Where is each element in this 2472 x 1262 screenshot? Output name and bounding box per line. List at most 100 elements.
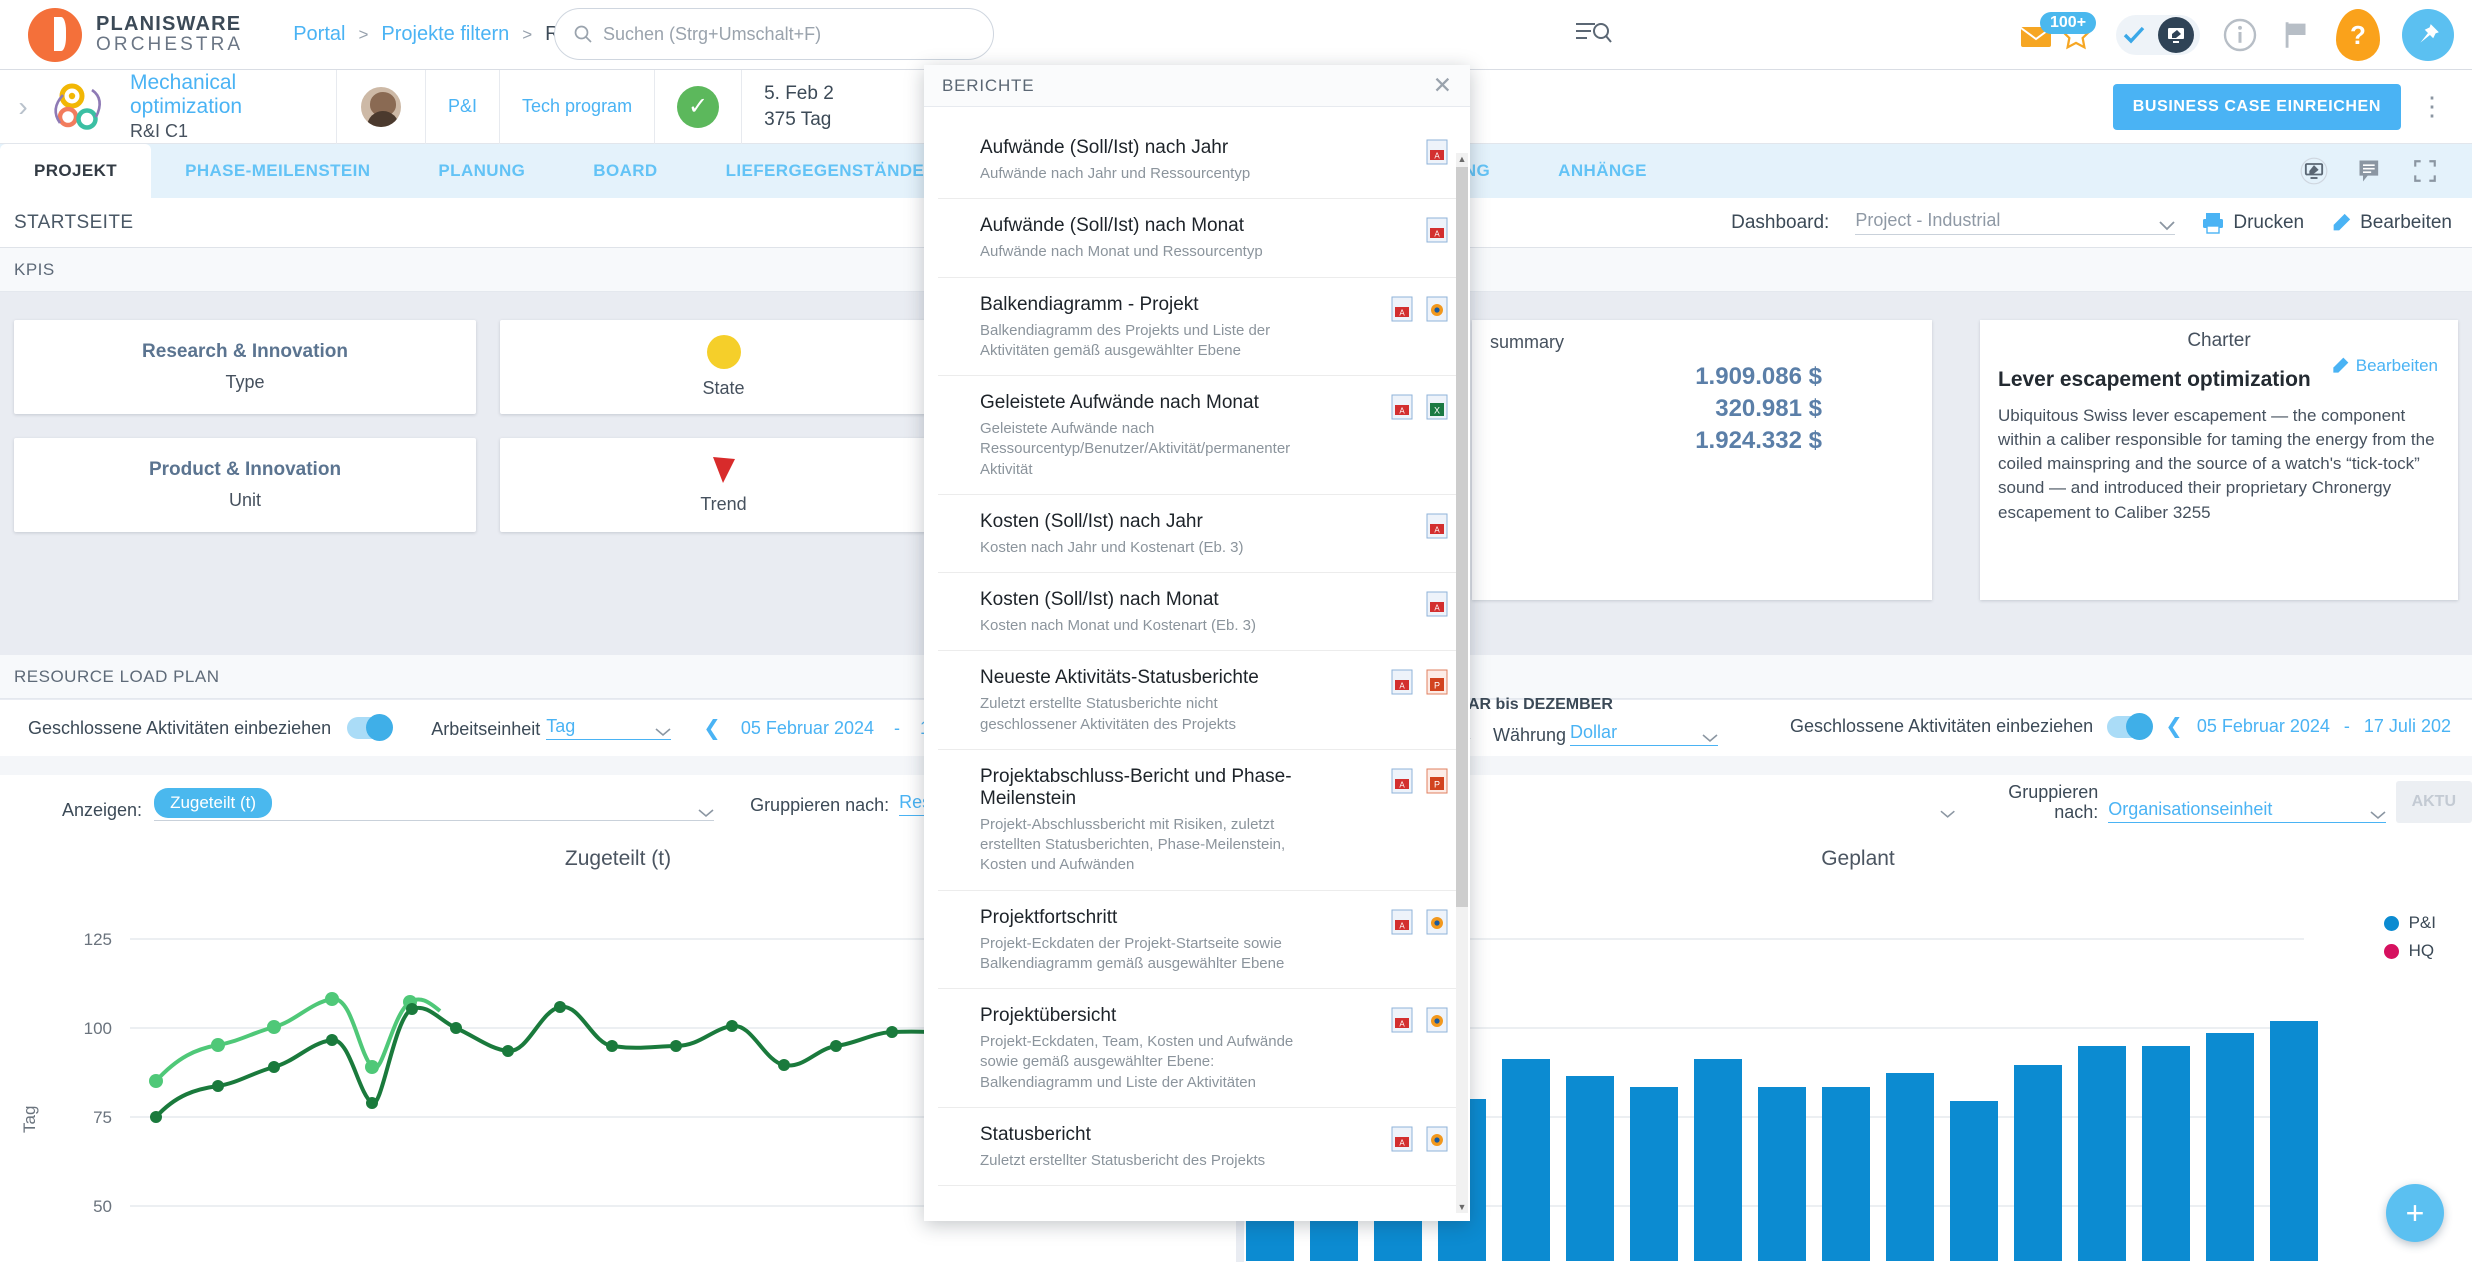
pdf-icon[interactable]: A (1391, 768, 1413, 794)
report-format-icons: AP (1391, 669, 1448, 695)
report-list-item[interactable]: Neueste Aktivitäts-Statusberichte Zuletzt… (938, 651, 1456, 750)
include-closed-toggle-right[interactable] (2107, 712, 2154, 740)
more-options-icon[interactable]: ⋮ (2405, 91, 2460, 122)
currency-select[interactable]: Dollar (1570, 722, 1719, 746)
modal-scrollbar[interactable]: ▲ ▼ (1456, 153, 1468, 1213)
date-from-right[interactable]: 05 Februar 2024 (2197, 716, 2330, 737)
pdf-icon[interactable]: A (1391, 909, 1413, 935)
svg-text:P: P (1434, 681, 1440, 691)
svg-text:100: 100 (84, 1019, 112, 1038)
fullscreen-icon[interactable] (2412, 158, 2438, 184)
screen-edit-icon[interactable] (2300, 157, 2328, 185)
breadcrumb-item-filter[interactable]: Projekte filtern (381, 23, 509, 46)
pdf-icon[interactable]: A (1391, 296, 1413, 322)
mail-and-favourites[interactable]: 100+ (2020, 12, 2097, 52)
advanced-search-icon[interactable] (1575, 18, 1613, 53)
section-title-kpis: KPIS (14, 259, 55, 279)
include-closed-toggle[interactable] (347, 714, 394, 741)
project-program-cell[interactable]: Tech program (499, 69, 654, 144)
scroll-up-arrow-icon[interactable]: ▲ (1456, 153, 1468, 165)
ppt-icon[interactable]: P (1426, 669, 1448, 695)
pdf-icon[interactable]: A (1426, 513, 1448, 539)
ppt-icon[interactable]: P (1426, 768, 1448, 794)
planisware-logo[interactable]: PLANISWARE ORCHESTRA (0, 7, 243, 62)
prev-period-chevron-icon[interactable]: ❮ (703, 716, 721, 741)
date-to-right[interactable]: 17 Juli 202 (2364, 716, 2451, 737)
kpi-card-state[interactable]: State (500, 320, 947, 414)
svg-text:50: 50 (93, 1197, 112, 1216)
edit-mode-toggle[interactable] (2116, 15, 2200, 55)
kpi-label: Type (225, 372, 265, 392)
kpi-card-type[interactable]: Research & Innovation Type (14, 320, 476, 414)
close-icon[interactable]: ✕ (1433, 72, 1452, 99)
search-input[interactable]: Suchen (Strg+Umschalt+F) (554, 8, 994, 60)
work-unit-select[interactable]: Tag (546, 716, 672, 740)
chevron-down-icon[interactable] (1940, 810, 1955, 819)
pdf-icon[interactable]: A (1391, 394, 1413, 420)
report-list-item[interactable]: Aufwände (Soll/Ist) nach Jahr Aufwände na… (938, 121, 1456, 200)
pencil-icon (2333, 213, 2351, 230)
pdf-icon[interactable]: A (1426, 139, 1448, 165)
pdf-icon[interactable]: A (1391, 1007, 1413, 1033)
pin-icon[interactable] (2402, 9, 2454, 61)
project-title-block[interactable]: Mechanical optimization R&I C1 (116, 71, 336, 142)
kpi-card-unit[interactable]: Product & Innovation Unit (14, 438, 476, 532)
pdf-icon[interactable]: A (1426, 591, 1448, 617)
report-title: Balkendiagramm - Projekt (980, 293, 1199, 315)
report-list: Aufwände (Soll/Ist) nach Jahr Aufwände na… (924, 121, 1470, 1186)
xls-icon[interactable]: X (1426, 394, 1448, 420)
report-list-item[interactable]: Aufwände (Soll/Ist) nach Monat Aufwände n… (938, 199, 1456, 278)
info-icon[interactable] (2222, 17, 2258, 53)
project-unit-cell[interactable]: P&I (425, 69, 499, 144)
tab-phase-meilenstein[interactable]: PHASE-MEILENSTEIN (151, 144, 404, 198)
doc-icon[interactable] (1426, 1126, 1448, 1152)
doc-icon[interactable] (1426, 909, 1448, 935)
report-list-item[interactable]: Kosten (Soll/Ist) nach Monat Kosten nach … (938, 573, 1456, 652)
edit-dashboard-button[interactable]: Bearbeiten (2330, 212, 2452, 234)
refresh-button[interactable]: AKTU (2395, 781, 2472, 823)
add-button-fab[interactable]: + (2386, 1184, 2444, 1242)
pdf-icon[interactable]: A (1426, 217, 1448, 243)
pdf-icon[interactable]: A (1391, 1126, 1413, 1152)
svg-text:A: A (1399, 921, 1405, 930)
doc-icon[interactable] (1426, 1007, 1448, 1033)
submit-business-case-button[interactable]: BUSINESS CASE EINREICHEN (2112, 83, 2401, 130)
report-list-item[interactable]: Kosten (Soll/Ist) nach Jahr Kosten nach J… (938, 495, 1456, 573)
tab-anhaenge[interactable]: ANHÄNGE (1524, 144, 1681, 198)
flag-icon[interactable] (2280, 18, 2314, 52)
report-list-item[interactable]: Projektabschluss-Bericht und Phase-Meile… (938, 750, 1456, 891)
project-status-cell[interactable]: ✓ (654, 69, 741, 144)
kpi-card-trend[interactable]: Trend (500, 438, 947, 532)
report-list-item[interactable]: Statusbericht Zuletzt erstellter Statusbe… (938, 1108, 1456, 1186)
state-yellow-icon (706, 335, 741, 369)
svg-text:A: A (1434, 230, 1440, 239)
report-list-item[interactable]: Balkendiagramm - Projekt Balkendiagramm d… (938, 278, 1456, 376)
dashboard-select[interactable]: Project - Industrial (1855, 210, 2176, 235)
svg-text:A: A (1434, 604, 1440, 613)
date-from[interactable]: 05 Februar 2024 (741, 718, 874, 739)
show-select[interactable]: Zugeteilt (t) (154, 787, 715, 821)
report-list-item[interactable]: Projektübersicht Projekt-Eckdaten, Team, … (938, 989, 1456, 1108)
report-list-item[interactable]: Geleistete Aufwände nach Monat Geleistete… (938, 376, 1456, 495)
report-list-item[interactable]: Projektfortschritt Projekt-Eckdaten der P… (938, 891, 1456, 989)
summary-value-2: 320.981 $ (1715, 394, 1822, 422)
scrollbar-thumb[interactable] (1456, 167, 1468, 907)
tab-liefergegenstaende[interactable]: LIEFERGEGENSTÄNDE (692, 144, 959, 198)
tab-board[interactable]: BOARD (559, 144, 691, 198)
prev-period-chevron-icon-right[interactable]: ❮ (2165, 714, 2183, 739)
breadcrumb-item-portal[interactable]: Portal (293, 23, 345, 46)
tab-projekt[interactable]: PROJEKT (0, 144, 152, 198)
doc-icon[interactable] (1426, 296, 1448, 322)
pdf-icon[interactable]: A (1391, 669, 1413, 695)
report-title: Projektfortschritt (980, 906, 1118, 928)
charter-edit-button[interactable]: Bearbeiten (2330, 356, 2438, 376)
print-button[interactable]: Drucken (2201, 212, 2304, 234)
group-by-select-right[interactable]: Organisationseinheit (2108, 799, 2386, 823)
chevron-down-icon (655, 728, 671, 737)
scroll-down-arrow-icon[interactable]: ▼ (1456, 1201, 1468, 1213)
comment-icon[interactable] (2356, 157, 2384, 185)
project-owner-cell[interactable] (336, 69, 425, 144)
expand-sidebar-chevron-icon[interactable]: › (0, 91, 46, 123)
tab-planung[interactable]: PLANUNG (404, 144, 559, 198)
help-icon[interactable]: ? (2336, 9, 2380, 61)
